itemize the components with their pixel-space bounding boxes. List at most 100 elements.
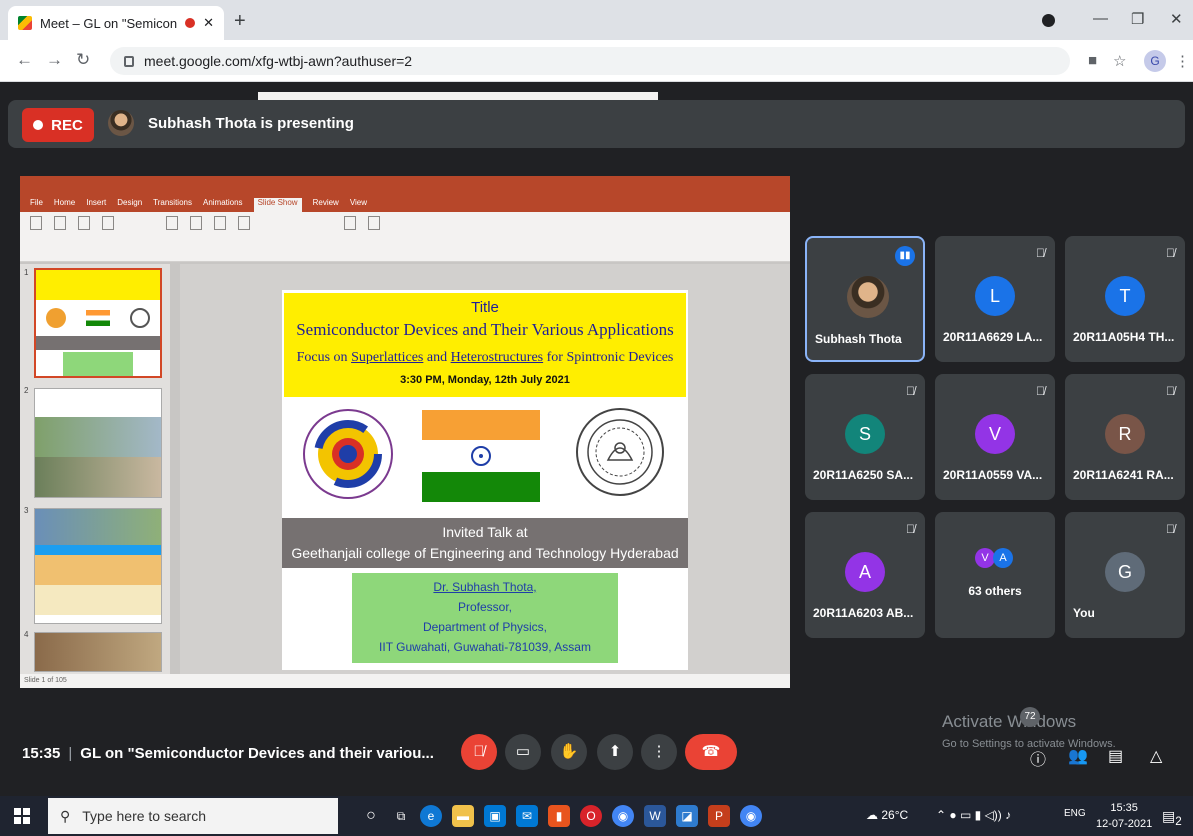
rec-button[interactable]: REC	[22, 108, 94, 142]
slide-thumbnails: 1 2 3 4	[20, 264, 170, 674]
presenter-avatar	[108, 110, 134, 136]
participant-tile[interactable]: 🎙̸ L 20R11A6629 LA...	[935, 236, 1055, 362]
slide-thumb-4[interactable]	[34, 632, 162, 672]
camera-in-use-icon[interactable]: ■	[1088, 52, 1097, 69]
close-tab-icon[interactable]: ✕	[203, 15, 214, 31]
url-field[interactable]: meet.google.com/xfg-wtbj-awn?authuser=2	[110, 47, 1070, 75]
forward-icon[interactable]: →	[46, 50, 63, 70]
mic-muted-icon: 🎙̸	[906, 522, 915, 536]
menu-kebab-icon[interactable]: ⋮	[1175, 52, 1190, 70]
close-window-icon[interactable]: ✕	[1170, 10, 1183, 28]
back-icon[interactable]: ←	[16, 50, 33, 70]
monitor-icon[interactable]	[344, 216, 356, 230]
presenter-view-icon[interactable]	[368, 216, 380, 230]
participant-avatar: R	[1105, 414, 1145, 454]
taskbar-clock[interactable]: 15:35 12-07-2021	[1096, 800, 1152, 832]
weather-widget[interactable]: ☁ 26°C	[866, 808, 908, 822]
participant-tile[interactable]: 🎙̸ R 20R11A6241 RA...	[1065, 374, 1185, 500]
participant-name: Subhash Thota	[815, 332, 902, 346]
more-options-button[interactable]: ⋮	[641, 734, 677, 770]
participant-tile[interactable]: 🎙̸ A 20R11A6203 AB...	[805, 512, 925, 638]
ribbon-start-group	[24, 216, 120, 234]
mic-muted-icon: 🎙̸	[1166, 384, 1175, 398]
ribbon-monitors-group	[338, 216, 386, 234]
ribbon-tab[interactable]: Insert	[86, 198, 106, 212]
thumb-number: 1	[24, 268, 29, 277]
participant-avatar: T	[1105, 276, 1145, 316]
slide-focus-line: Focus on Superlattices and Heterostructu…	[296, 350, 674, 365]
chrome-icon[interactable]: ◉	[612, 805, 634, 827]
tray-icons[interactable]: ⌃ ● ▭ ▮ ◁)) ♪	[936, 808, 1011, 822]
presenting-text: Subhash Thota is presenting	[148, 115, 354, 132]
profile-avatar[interactable]: G	[1144, 50, 1166, 72]
camera-toggle-button[interactable]: ▭	[505, 734, 541, 770]
present-now-button[interactable]: ⬆	[597, 734, 633, 770]
clock-date: 12-07-2021	[1096, 818, 1153, 830]
slide-thumb-2[interactable]	[34, 388, 162, 498]
present-online-icon[interactable]	[78, 216, 90, 230]
cortana-icon[interactable]: ○	[360, 805, 382, 827]
url-text: meet.google.com/xfg-wtbj-awn?authuser=2	[144, 53, 413, 69]
raise-hand-button[interactable]: ✋	[551, 734, 587, 770]
browser-tab-meet[interactable]: Meet – GL on "Semiconduct ✕	[8, 6, 224, 40]
edge-icon[interactable]: e	[420, 805, 442, 827]
bookmark-star-icon[interactable]: ☆	[1113, 52, 1126, 70]
slide-speaker-box: Dr. Subhash Thota, Professor, Department…	[352, 573, 618, 663]
taskbar-search-input[interactable]: ⚲ Type here to search	[48, 798, 338, 834]
ribbon-tab[interactable]: Design	[117, 198, 142, 212]
mic-toggle-button[interactable]: 🎙̸	[461, 734, 497, 770]
rehearse-icon[interactable]	[214, 216, 226, 230]
slide-thumb-3[interactable]	[34, 508, 162, 624]
from-current-icon[interactable]	[54, 216, 66, 230]
ribbon-tab[interactable]: Home	[54, 198, 75, 212]
slide-thumb-1[interactable]	[34, 268, 162, 378]
powerpoint-title-bar	[20, 176, 790, 198]
slide-speaker-dept: Department of Physics,	[422, 620, 548, 634]
record-show-icon[interactable]	[238, 216, 250, 230]
office-icon[interactable]: ▮	[548, 805, 570, 827]
input-language[interactable]: ENG	[1064, 808, 1086, 819]
presenting-banner: REC Subhash Thota is presenting	[8, 100, 1185, 148]
participant-tile[interactable]: 🎙̸ S 20R11A6250 SA...	[805, 374, 925, 500]
ribbon-tab[interactable]: Transitions	[153, 198, 192, 212]
ribbon-tab[interactable]: File	[30, 198, 43, 212]
powerpoint-icon[interactable]: P	[708, 805, 730, 827]
reload-icon[interactable]: ↻	[76, 50, 90, 70]
mic-muted-icon: 🎙̸	[1036, 246, 1045, 260]
notifications-icon[interactable]: ▤2	[1162, 808, 1182, 828]
participant-tile[interactable]: 🎙̸ T 20R11A05H4 TH...	[1065, 236, 1185, 362]
self-tile[interactable]: 🎙̸ G You	[1065, 512, 1185, 638]
from-beginning-icon[interactable]	[30, 216, 42, 230]
task-view-icon[interactable]: ⧉	[390, 805, 412, 827]
word-icon[interactable]: W	[644, 805, 666, 827]
mail-icon[interactable]: ✉	[516, 805, 538, 827]
ribbon-tab[interactable]: View	[350, 198, 367, 212]
ribbon-tab-active[interactable]: Slide Show	[253, 198, 302, 212]
store-icon[interactable]: ▣	[484, 805, 506, 827]
powerpoint-status-bar: Slide 1 of 105	[20, 674, 790, 688]
photos-icon[interactable]: ◪	[676, 805, 698, 827]
minimize-icon[interactable]: —	[1093, 10, 1108, 27]
restore-icon[interactable]: ❐	[1131, 10, 1144, 28]
leave-call-button[interactable]: ☎	[685, 734, 737, 770]
search-placeholder: Type here to search	[82, 808, 207, 824]
participant-tile[interactable]: 🎙̸ V 20R11A0559 VA...	[935, 374, 1055, 500]
others-tile[interactable]: V A 63 others	[935, 512, 1055, 638]
current-slide: Title Semiconductor Devices and Their Va…	[282, 290, 688, 670]
hide-slide-icon[interactable]	[190, 216, 202, 230]
tab-title: Meet – GL on "Semiconduct	[40, 15, 178, 31]
lock-icon	[124, 55, 134, 67]
opera-icon[interactable]: O	[580, 805, 602, 827]
ribbon-tab[interactable]: Animations	[203, 198, 243, 212]
windows-start-icon[interactable]	[14, 808, 30, 824]
ribbon-tab[interactable]: Review	[313, 198, 339, 212]
file-explorer-icon[interactable]: ▬	[452, 805, 474, 827]
activities-icon[interactable]: △	[1150, 746, 1162, 766]
new-tab-button[interactable]: +	[234, 10, 246, 33]
iit-guwahati-logo	[303, 409, 393, 499]
setup-show-icon[interactable]	[166, 216, 178, 230]
participant-tile[interactable]: ▮▮ Subhash Thota	[805, 236, 925, 362]
chrome-active-icon[interactable]: ◉	[740, 805, 762, 827]
custom-show-icon[interactable]	[102, 216, 114, 230]
thumb-number: 3	[24, 506, 29, 515]
